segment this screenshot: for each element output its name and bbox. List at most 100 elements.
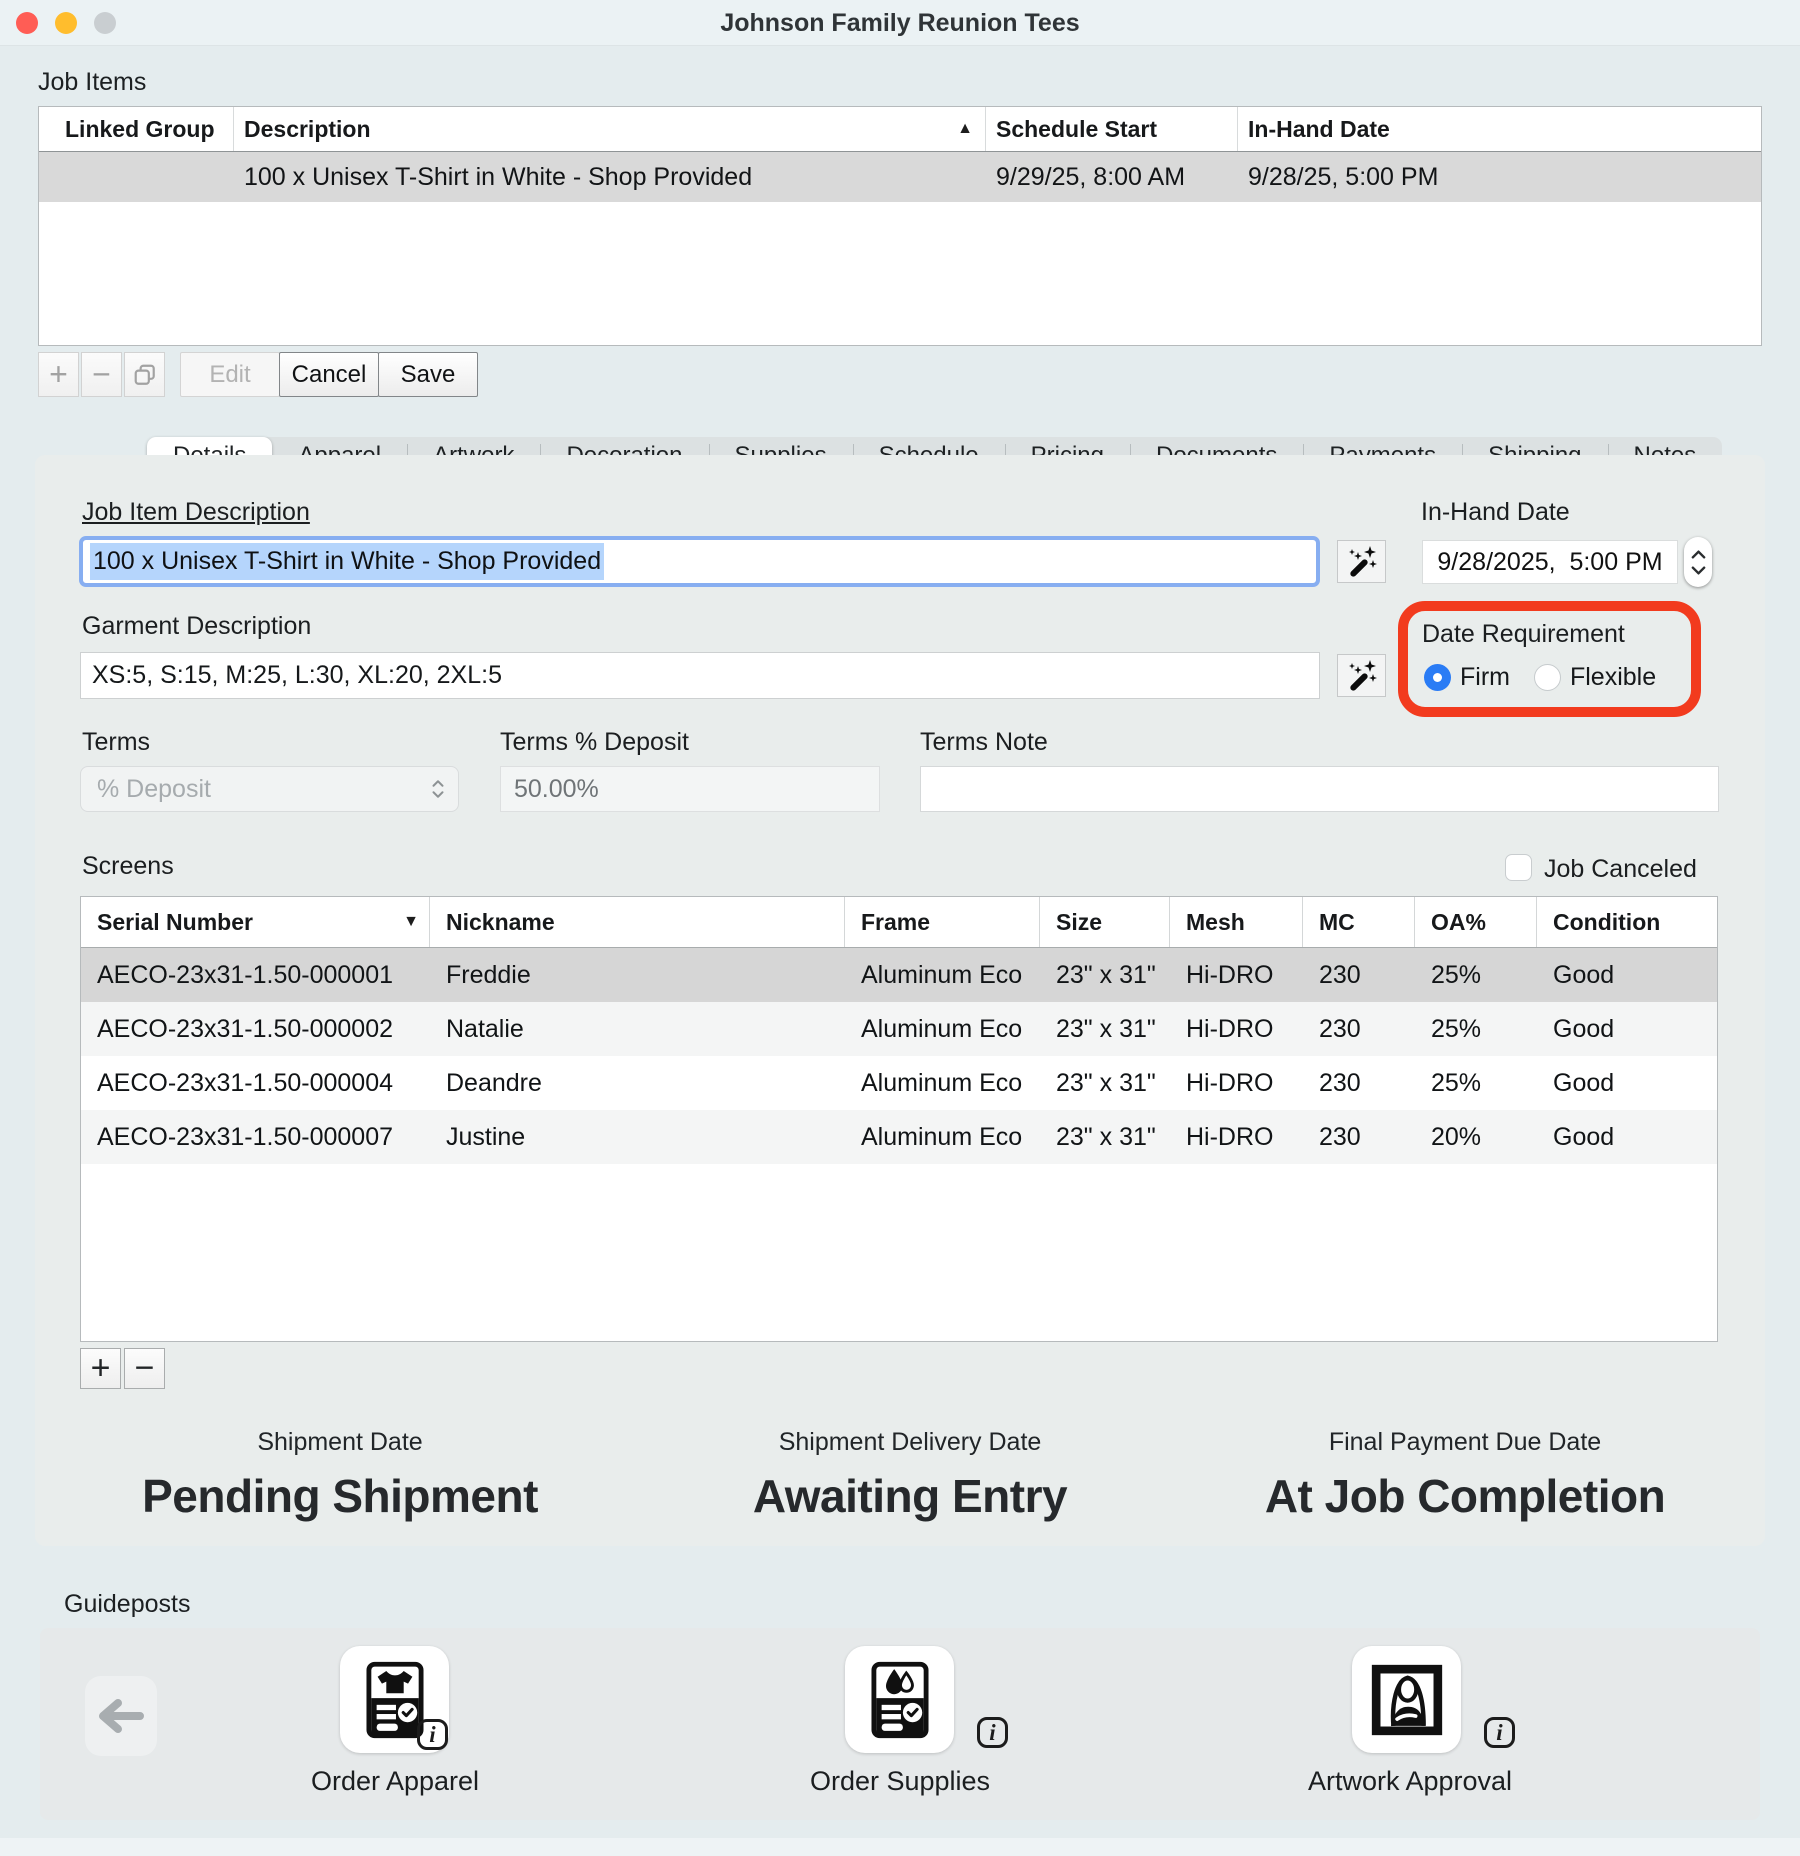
terms-deposit-input[interactable]: 50.00% xyxy=(500,766,880,812)
order-supplies-button[interactable] xyxy=(845,1646,954,1753)
column-header-size[interactable]: Size xyxy=(1040,897,1170,947)
cell-nickname: Deandre xyxy=(430,1069,845,1098)
column-header-nickname[interactable]: Nickname xyxy=(430,897,845,947)
column-header-serial-number[interactable]: Serial Number ▼ xyxy=(81,897,430,947)
screens-table-header: Serial Number ▼ Nickname Frame Size Mesh… xyxy=(81,897,1717,948)
column-header-schedule-start[interactable]: Schedule Start xyxy=(986,107,1238,151)
annotation-highlight-box xyxy=(1398,601,1701,717)
terms-selected-value: % Deposit xyxy=(97,775,211,804)
column-header-linked-group[interactable]: Linked Group xyxy=(39,107,234,151)
final-payment-label: Final Payment Due Date xyxy=(1180,1428,1750,1457)
artwork-approval-info-icon[interactable]: i xyxy=(1484,1717,1515,1748)
radio-firm[interactable] xyxy=(1424,664,1451,691)
in-hand-date-input[interactable]: 9/28/2025, 5:00 PM xyxy=(1422,540,1678,584)
terms-select[interactable]: % Deposit xyxy=(80,766,459,812)
cell-serial: AECO-23x31-1.50-000001 xyxy=(81,961,430,990)
cell-frame: Aluminum Eco xyxy=(845,961,1040,990)
save-button[interactable]: Save xyxy=(378,352,478,397)
back-arrow-icon xyxy=(98,1699,144,1733)
cell-frame: Aluminum Eco xyxy=(845,1123,1040,1152)
final-payment-status: Final Payment Due Date At Job Completion xyxy=(1180,1428,1750,1523)
column-header-mc[interactable]: MC xyxy=(1303,897,1415,947)
shipment-delivery-status: Shipment Delivery Date Awaiting Entry xyxy=(630,1428,1190,1523)
add-job-item-button[interactable]: + xyxy=(38,352,79,397)
shipment-date-label: Shipment Date xyxy=(60,1428,620,1457)
cell-condition: Good xyxy=(1537,961,1717,990)
screen-row[interactable]: AECO-23x31-1.50-000002 Natalie Aluminum … xyxy=(81,1002,1717,1056)
column-header-serial-label: Serial Number xyxy=(97,909,253,935)
job-items-table: Linked Group Description ▲ Schedule Star… xyxy=(38,106,1762,346)
order-supplies-info-icon[interactable]: i xyxy=(977,1717,1008,1748)
radio-flexible[interactable] xyxy=(1534,664,1561,691)
guidepost-back-button[interactable] xyxy=(85,1676,157,1756)
remove-screen-button[interactable]: − xyxy=(124,1348,165,1389)
screen-row[interactable]: AECO-23x31-1.50-000004 Deandre Aluminum … xyxy=(81,1056,1717,1110)
shipment-delivery-label: Shipment Delivery Date xyxy=(630,1428,1190,1457)
radio-firm-label: Firm xyxy=(1460,663,1510,692)
cell-condition: Good xyxy=(1537,1069,1717,1098)
window-title: Johnson Family Reunion Tees xyxy=(0,0,1800,46)
in-hand-date-label: In-Hand Date xyxy=(1421,498,1570,527)
in-hand-date-stepper[interactable] xyxy=(1684,537,1712,587)
order-apparel-icon xyxy=(366,1661,424,1739)
sort-descending-icon: ▼ xyxy=(403,897,419,947)
autofill-garment-button[interactable] xyxy=(1337,654,1386,697)
select-chevrons-icon xyxy=(432,780,444,798)
cell-frame: Aluminum Eco xyxy=(845,1015,1040,1044)
magic-wand-icon xyxy=(1346,660,1378,692)
column-header-condition[interactable]: Condition xyxy=(1537,897,1717,947)
cell-oa: 20% xyxy=(1415,1123,1537,1152)
zoom-window-button[interactable] xyxy=(94,12,116,34)
magic-wand-icon xyxy=(1346,546,1378,578)
column-header-in-hand-date[interactable]: In-Hand Date xyxy=(1238,107,1761,151)
terms-deposit-label: Terms % Deposit xyxy=(500,728,689,757)
cell-mesh: Hi-DRO xyxy=(1170,1069,1303,1098)
edit-button[interactable]: Edit xyxy=(180,352,280,397)
date-requirement-label: Date Requirement xyxy=(1422,620,1625,649)
minimize-button[interactable] xyxy=(55,12,77,34)
screen-row[interactable]: AECO-23x31-1.50-000001 Freddie Aluminum … xyxy=(81,948,1717,1002)
cell-size: 23" x 31" xyxy=(1040,1123,1170,1152)
close-button[interactable] xyxy=(16,12,38,34)
cell-serial: AECO-23x31-1.50-000002 xyxy=(81,1015,430,1044)
terms-note-input[interactable] xyxy=(920,766,1719,812)
cell-mc: 230 xyxy=(1303,1015,1415,1044)
order-supplies-label: Order Supplies xyxy=(775,1766,1025,1797)
cell-mc: 230 xyxy=(1303,1123,1415,1152)
column-header-description[interactable]: Description ▲ xyxy=(234,107,986,151)
selected-text: 100 x Unisex T-Shirt in White - Shop Pro… xyxy=(90,543,604,580)
order-apparel-info-icon[interactable]: i xyxy=(417,1719,448,1750)
cancel-button[interactable]: Cancel xyxy=(279,352,379,397)
traffic-lights xyxy=(16,12,116,34)
column-header-frame[interactable]: Frame xyxy=(845,897,1040,947)
column-header-oa[interactable]: OA% xyxy=(1415,897,1537,947)
job-item-description-label: Job Item Description xyxy=(82,498,310,527)
cell-condition: Good xyxy=(1537,1123,1717,1152)
cell-size: 23" x 31" xyxy=(1040,1015,1170,1044)
artwork-approval-button[interactable] xyxy=(1352,1646,1461,1753)
cell-size: 23" x 31" xyxy=(1040,1069,1170,1098)
duplicate-job-item-button[interactable] xyxy=(124,352,165,397)
remove-job-item-button[interactable]: − xyxy=(81,352,122,397)
autofill-description-button[interactable] xyxy=(1337,540,1386,583)
job-items-actions: + − Edit Cancel Save xyxy=(38,352,478,397)
artwork-approval-label: Artwork Approval xyxy=(1270,1766,1550,1797)
job-item-row[interactable]: 100 x Unisex T-Shirt in White - Shop Pro… xyxy=(39,152,1761,202)
garment-description-input[interactable]: XS:5, S:15, M:25, L:30, XL:20, 2XL:5 xyxy=(80,652,1320,699)
screen-row[interactable]: AECO-23x31-1.50-000007 Justine Aluminum … xyxy=(81,1110,1717,1164)
column-header-mesh[interactable]: Mesh xyxy=(1170,897,1303,947)
artwork-approval-icon xyxy=(1370,1663,1444,1737)
screens-table: Serial Number ▼ Nickname Frame Size Mesh… xyxy=(80,896,1718,1342)
cell-mc: 230 xyxy=(1303,961,1415,990)
job-item-description-input[interactable]: 100 x Unisex T-Shirt in White - Shop Pro… xyxy=(79,536,1320,587)
job-items-table-header: Linked Group Description ▲ Schedule Star… xyxy=(39,107,1761,152)
order-supplies-icon xyxy=(871,1661,929,1739)
cell-oa: 25% xyxy=(1415,1069,1537,1098)
job-item-schedule-start: 9/29/25, 8:00 AM xyxy=(986,163,1238,192)
window-bottom-edge xyxy=(0,1838,1800,1856)
job-canceled-checkbox[interactable] xyxy=(1505,854,1532,881)
shipment-date-value: Pending Shipment xyxy=(60,1469,620,1523)
guideposts-heading: Guideposts xyxy=(64,1590,190,1619)
add-screen-button[interactable]: + xyxy=(80,1348,121,1389)
job-item-in-hand-date: 9/28/25, 5:00 PM xyxy=(1238,163,1761,192)
